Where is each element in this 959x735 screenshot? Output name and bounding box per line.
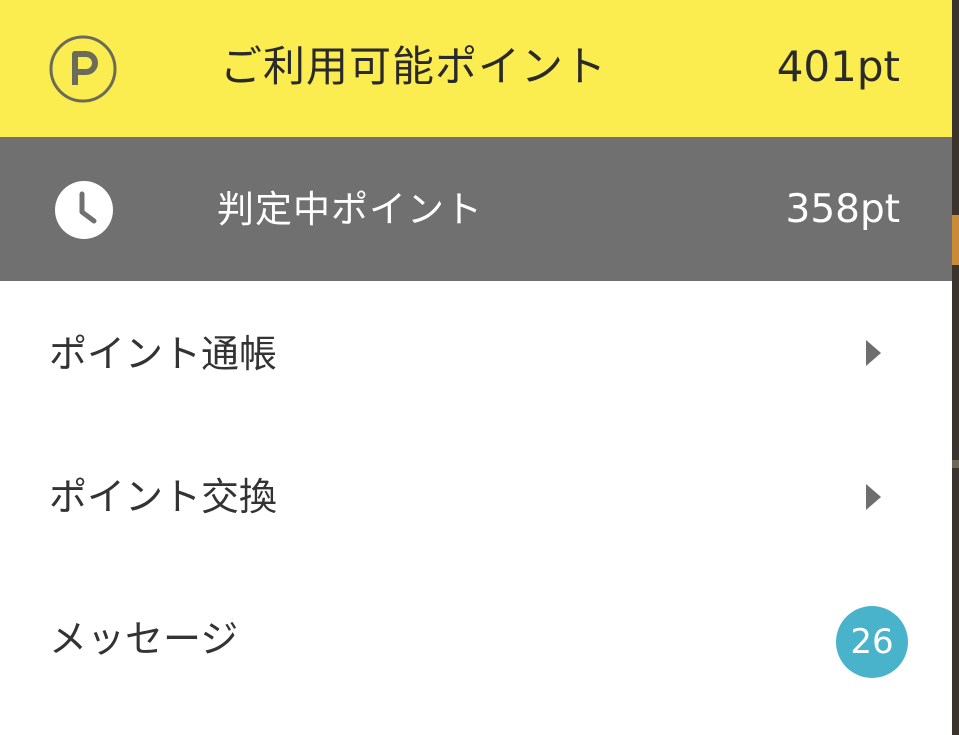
background-content-fragment [952,460,959,468]
side-menu-panel: ご利用可能ポイント 401pt 判定中ポイント 358pt ポイント通帳 ポイン… [0,0,952,735]
menu-item-messages[interactable]: メッセージ [0,569,952,713]
menu-item-point-exchange[interactable]: ポイント交換 [0,425,952,569]
available-points-label: ご利用可能ポイント [220,42,608,91]
available-points-value: 401pt [776,42,900,91]
menu-item-point-passbook[interactable]: ポイント通帳 [0,281,952,425]
menu-item-label: ポイント交換 [49,475,278,519]
message-count-badge: 26 [836,606,908,678]
menu-item-label: ポイント通帳 [49,332,278,376]
pending-points-label: 判定中ポイント [217,188,483,231]
chevron-right-icon [866,484,881,510]
menu-item-label: メッセージ [49,617,239,661]
clock-icon [55,181,113,239]
pending-points-value: 358pt [785,187,901,232]
chevron-right-icon [866,340,881,366]
background-content-edge [952,0,959,735]
background-content-fragment [952,215,959,265]
point-p-icon [49,35,117,103]
